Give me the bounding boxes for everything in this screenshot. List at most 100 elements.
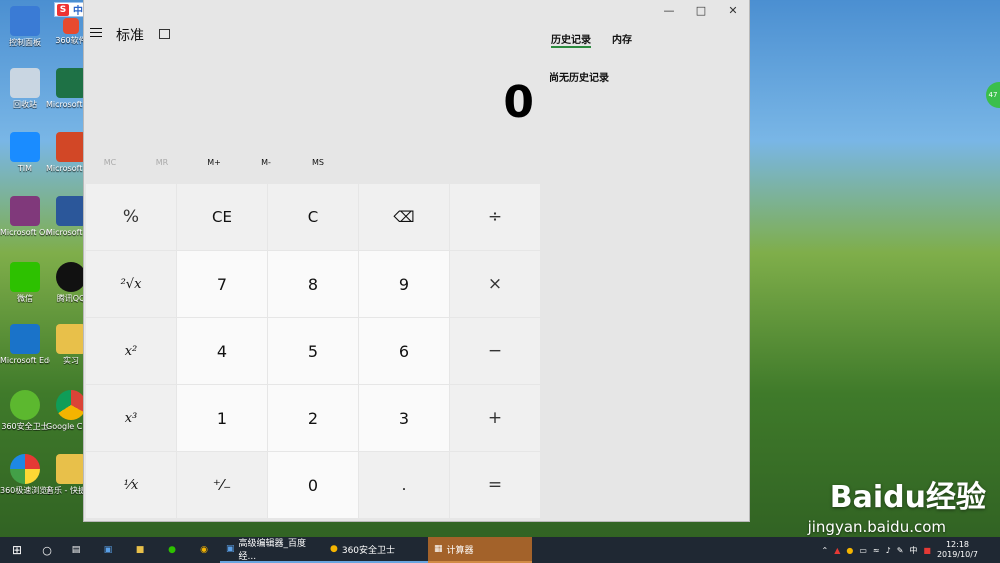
chrome-icon [56, 390, 86, 420]
digit-8-button[interactable]: 8 [268, 251, 358, 317]
360-browser-taskbar-icon[interactable]: ◉ [188, 537, 220, 563]
folder-icon [56, 454, 86, 484]
desktop-icon-label: TIM [17, 164, 33, 173]
clock-time: 12:18 [945, 540, 970, 549]
volume-icon[interactable]: ♪ [886, 546, 891, 555]
tray-app-icon[interactable]: ● [846, 546, 853, 555]
negate-button[interactable]: ⁺⁄₋ [177, 452, 267, 518]
desktop-icon-tim[interactable]: TIM [0, 132, 50, 173]
memory-store-button[interactable]: MS [292, 158, 344, 172]
square-root-button[interactable]: ²√x [86, 251, 176, 317]
divide-button[interactable]: ÷ [450, 184, 540, 250]
tim-icon [10, 132, 40, 162]
tray-app-icon[interactable]: ▲ [834, 546, 840, 555]
360-security-icon [10, 390, 40, 420]
baidu-watermark: Baidu经验 [829, 480, 986, 515]
desktop-icon-label: Microsoft Edge [0, 356, 50, 365]
plus-button[interactable]: + [450, 385, 540, 451]
ime-language[interactable]: 中 [73, 2, 83, 17]
equals-button[interactable]: = [450, 452, 540, 518]
digit-4-button[interactable]: 4 [177, 318, 267, 384]
digit-7-button[interactable]: 7 [177, 251, 267, 317]
desktop-icon-control-panel[interactable]: 控制面板 [0, 6, 50, 47]
desktop-icon-360-security[interactable]: 360安全卫士 [0, 390, 50, 431]
digit-1-button[interactable]: 1 [177, 385, 267, 451]
cube-button[interactable]: x³ [86, 385, 176, 451]
memory-row: MC MR M+ M- MS [84, 158, 539, 172]
digit-5-button[interactable]: 5 [268, 318, 358, 384]
desktop-icon-edge[interactable]: Microsoft Edge [0, 324, 50, 365]
digit-2-button[interactable]: 2 [268, 385, 358, 451]
pen-icon[interactable]: ✎ [897, 546, 904, 555]
sogou-icon: S [57, 3, 69, 16]
display-area: 0 [84, 75, 540, 131]
memory-subtract-button[interactable]: M- [240, 158, 292, 172]
digit-6-button[interactable]: 6 [359, 318, 449, 384]
battery-icon[interactable]: ▭ [859, 546, 867, 555]
desktop-icon-label: 360极速浏览器 [0, 486, 50, 495]
floating-badge[interactable]: 47 [986, 82, 1000, 108]
input-language[interactable]: 中 [909, 545, 917, 556]
memory-add-button[interactable]: M+ [188, 158, 240, 172]
baidu-watermark-url: jingyan.baidu.com [807, 518, 946, 536]
window-controls: — □ ✕ [653, 0, 749, 20]
taskbar-app-calculator[interactable]: ▦ 计算器 [428, 537, 532, 563]
onenote-icon [10, 196, 40, 226]
close-icon[interactable]: ✕ [717, 0, 749, 20]
minus-button[interactable]: − [450, 318, 540, 384]
desktop-icon-recycle-bin[interactable]: 回收站 [0, 68, 50, 109]
calculator-window: — □ ✕ 标准 0 MC MR M+ M- MS % CE C ⌫ ÷ ²√x… [84, 0, 749, 521]
360-browser-icon [10, 454, 40, 484]
desktop-icon-360-browser[interactable]: 360极速浏览器 [0, 454, 50, 495]
search-icon[interactable]: ○ [34, 537, 60, 563]
minimize-icon[interactable]: — [653, 0, 685, 20]
calculator-icon: ▦ [434, 544, 443, 554]
reciprocal-button[interactable]: ¹⁄x [86, 452, 176, 518]
clock[interactable]: 12:18 2019/10/7 [937, 540, 978, 560]
desktop-icon-label: 360安全卫士 [1, 422, 49, 431]
memory-recall-button[interactable]: MR [136, 158, 188, 172]
desktop-icon-label: 微信 [17, 294, 33, 303]
wifi-icon[interactable]: ≈ [873, 546, 880, 555]
file-explorer-icon[interactable]: ■ [124, 537, 156, 563]
clock-date: 2019/10/7 [936, 550, 978, 559]
recycle-bin-icon [10, 68, 40, 98]
keep-on-top-icon[interactable] [159, 29, 170, 39]
display-value: 0 [503, 77, 534, 128]
no-history-message: 尚无历史记录 [549, 73, 609, 84]
clear-entry-button[interactable]: CE [177, 184, 267, 250]
chevron-up-icon[interactable]: ⌃ [821, 546, 828, 555]
memory-clear-button[interactable]: MC [84, 158, 136, 172]
start-button[interactable]: ⊞ [0, 537, 34, 563]
taskbar-app-360[interactable]: ● 360安全卫士 [324, 537, 428, 563]
tab-history[interactable]: 历史记录 [551, 31, 591, 46]
wechat-taskbar-icon[interactable]: ● [156, 537, 188, 563]
edge-icon: ▣ [226, 544, 235, 554]
backspace-icon[interactable]: ⌫ [359, 184, 449, 250]
hamburger-menu-icon[interactable] [90, 28, 102, 40]
sogou-tray-icon[interactable]: ■ [923, 546, 931, 555]
tab-memory[interactable]: 内存 [612, 31, 632, 46]
control-panel-icon [10, 6, 40, 36]
clear-button[interactable]: C [268, 184, 358, 250]
percent-button[interactable]: % [86, 184, 176, 250]
taskbar-app-edge[interactable]: ▣ 高级编辑器_百度经... [220, 537, 324, 563]
taskbar-app-label: 360安全卫士 [341, 545, 396, 556]
square-button[interactable]: x² [86, 318, 176, 384]
system-tray: ⌃ ▲ ● ▭ ≈ ♪ ✎ 中 ■ 12:18 2019/10/7 [821, 537, 1000, 563]
multiply-button[interactable]: × [450, 251, 540, 317]
desktop-icon-onenote[interactable]: Microsoft OneNote [0, 196, 50, 237]
keypad: % CE C ⌫ ÷ ²√x 7 8 9 × x² 4 5 6 − x³ 1 2… [84, 183, 541, 522]
word-icon [56, 196, 86, 226]
digit-3-button[interactable]: 3 [359, 385, 449, 451]
pinned-app-icon[interactable]: ▣ [92, 537, 124, 563]
task-view-icon[interactable]: ▤ [60, 537, 92, 563]
desktop-icon-label: 回收站 [13, 100, 37, 109]
decimal-button[interactable]: . [359, 452, 449, 518]
digit-9-button[interactable]: 9 [359, 251, 449, 317]
desktop-icon-wechat[interactable]: 微信 [0, 262, 50, 303]
digit-0-button[interactable]: 0 [268, 452, 358, 518]
tab-history-indicator [551, 46, 591, 48]
maximize-icon[interactable]: □ [685, 0, 717, 20]
desktop-icon-label: 控制面板 [9, 38, 41, 47]
